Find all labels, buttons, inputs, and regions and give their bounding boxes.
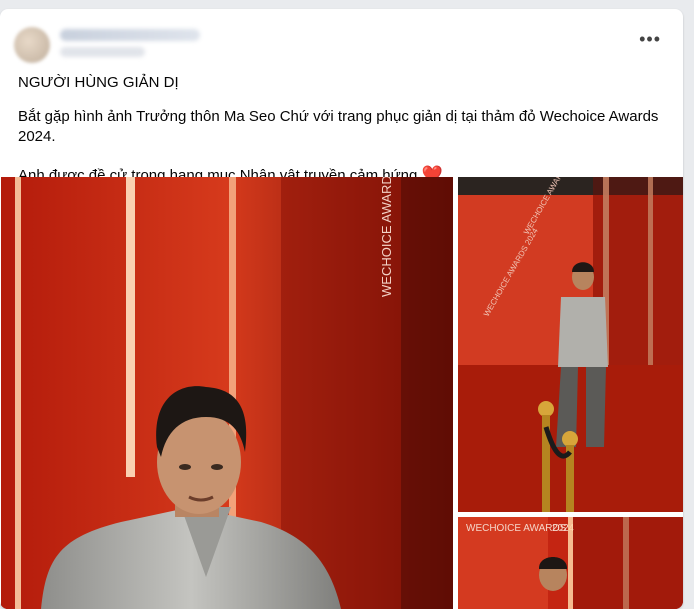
post-text: NGƯỜI HÙNG GIẢN DỊ Bắt gặp hình ảnh Trưở… [0,73,683,186]
post-card: ••• NGƯỜI HÙNG GIẢN DỊ Bắt gặp hình ảnh … [0,9,683,609]
post-header: ••• [0,9,683,63]
photo-top-right[interactable]: WECHOICE AWARDS 2024 WECHOICE AWARDS 202… [458,177,683,512]
backdrop-text: WECHOICE AWARDS [379,177,394,297]
photo-top-right-illustration: WECHOICE AWARDS 2024 WECHOICE AWARDS 202… [458,177,683,512]
photo-main-illustration: WECHOICE AWARDS [1,177,453,609]
author-name-blurred[interactable] [60,29,200,41]
photo-bottom-right-illustration: WECHOICE AWARDS 2024 [458,517,683,609]
avatar[interactable] [14,27,50,63]
post-title: NGƯỜI HÙNG GIẢN DỊ [18,74,179,91]
photo-main[interactable]: WECHOICE AWARDS [1,177,453,609]
post-meta-blurred [60,47,145,57]
photo-bottom-right[interactable]: WECHOICE AWARDS 2024 [458,517,683,609]
post-paragraph-1: Bắt gặp hình ảnh Trưởng thôn Ma Seo Chứ … [18,108,659,145]
more-options-icon[interactable]: ••• [639,29,661,50]
photo-grid: WECHOICE AWARDS WECHOICE AWARDS 2024 WEC… [1,177,683,609]
